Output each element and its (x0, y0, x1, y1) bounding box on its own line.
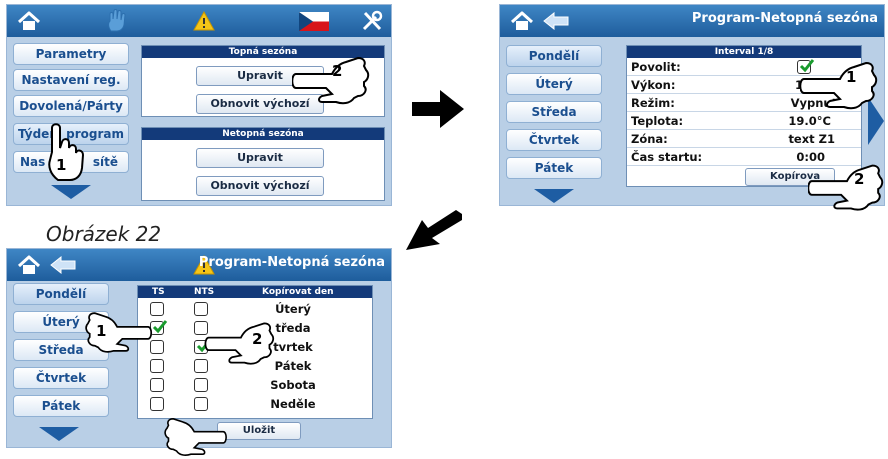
home-icon[interactable] (17, 255, 41, 275)
table-row: Úterý (138, 300, 372, 319)
scroll-down-arrow-icon[interactable] (51, 185, 91, 199)
row-zone[interactable]: Zóna: text Z1 (627, 131, 861, 148)
hand-icon[interactable] (105, 9, 127, 33)
temperature-value: 19.0°C (788, 114, 831, 128)
day-button-thursday[interactable]: Čtvrtek (506, 129, 602, 151)
day-button-thursday[interactable]: Čtvrtek (13, 367, 109, 389)
pointing-hand-left-icon (292, 56, 370, 105)
row-label: Režim: (631, 96, 675, 110)
pointing-hand-up-icon (48, 123, 85, 181)
day-button-tuesday[interactable]: Úterý (506, 73, 602, 95)
callout-number: 1 (846, 68, 857, 86)
nts-checkbox[interactable] (194, 397, 208, 411)
ts-checkbox[interactable] (150, 397, 164, 411)
reset-non-heating-button[interactable]: Obnovit výchozí (196, 176, 324, 196)
row-label: Povolit: (631, 60, 681, 74)
pointing-hand-right-icon (85, 312, 153, 353)
scroll-down-arrow-icon[interactable] (39, 427, 79, 441)
flag-icon[interactable] (299, 12, 329, 31)
row-label: Teplota: (631, 114, 684, 128)
warning-icon[interactable] (193, 11, 215, 31)
table-header: TS NTS Kopírovat den (138, 286, 372, 298)
scroll-down-arrow-icon[interactable] (534, 189, 574, 203)
row-label: Výkon: (631, 78, 676, 92)
pointing-hand-left-icon (800, 61, 878, 110)
pointing-hand-left-icon (808, 164, 884, 211)
tools-icon[interactable] (361, 10, 383, 32)
col-ts-header: TS (152, 287, 165, 297)
menu-item-nastaveni-reg[interactable]: Nastavení reg. (13, 69, 129, 91)
figure-caption: Obrázek 22 (46, 222, 162, 242)
table-row: Neděle (138, 395, 372, 414)
pointing-hand-left-icon (204, 322, 275, 365)
day-button-friday[interactable]: Pátek (13, 395, 109, 417)
menu-item-label: sítě (92, 155, 118, 169)
day-button-monday[interactable]: Pondělí (13, 283, 109, 305)
row-temperature[interactable]: Teplota: 19.0°C (627, 113, 861, 130)
edit-non-heating-button[interactable]: Upravit (196, 148, 324, 168)
day-button-friday[interactable]: Pátek (506, 157, 602, 179)
day-button-wednesday[interactable]: Středa (506, 101, 602, 123)
home-icon[interactable] (17, 11, 41, 31)
row-label: Čas startu: (631, 150, 703, 164)
callout-number: 1 (96, 322, 107, 340)
day-button-monday[interactable]: Pondělí (506, 45, 602, 67)
callout-number: 2 (252, 330, 263, 348)
screen-title: Program-Netopná sezóna (198, 255, 385, 270)
col-copy-header: Kopírovat den (262, 287, 334, 297)
col-nts-header: NTS (194, 287, 215, 297)
right-arrow-icon (412, 90, 464, 128)
nts-checkbox[interactable] (194, 302, 208, 316)
down-left-arrow-icon (406, 210, 462, 250)
callout-number: 1 (56, 156, 67, 174)
table-row: Sobota (138, 376, 372, 395)
back-arrow-icon[interactable] (542, 12, 570, 30)
menu-item-dovolena-party[interactable]: Dovolená/Párty (13, 95, 129, 117)
ts-checkbox[interactable] (150, 359, 164, 373)
copy-day-label: Úterý (275, 302, 311, 316)
non-heating-season-title: Netopná sezóna (142, 128, 384, 140)
back-arrow-icon[interactable] (49, 256, 77, 274)
menu-item-parametry[interactable]: Parametry (13, 43, 129, 65)
ts-checkbox[interactable] (150, 378, 164, 392)
screen-title: Program-Netopná sezóna (691, 11, 878, 26)
callout-number: 2 (854, 170, 865, 188)
home-icon[interactable] (510, 11, 534, 31)
copy-day-label: Sobota (270, 378, 316, 392)
zone-value: text Z1 (788, 132, 835, 146)
top-bar (7, 5, 391, 37)
row-label: Zóna: (631, 132, 668, 146)
top-bar: Program-Netopná sezóna (7, 249, 391, 281)
top-bar: Program-Netopná sezóna (500, 5, 884, 37)
pointing-hand-right-icon (164, 418, 227, 456)
copy-day-label: Neděle (270, 397, 316, 411)
non-heating-season-box: Netopná sezóna Upravit Obnovit výchozí (141, 127, 385, 201)
nts-checkbox[interactable] (194, 378, 208, 392)
callout-number: 2 (332, 62, 343, 80)
